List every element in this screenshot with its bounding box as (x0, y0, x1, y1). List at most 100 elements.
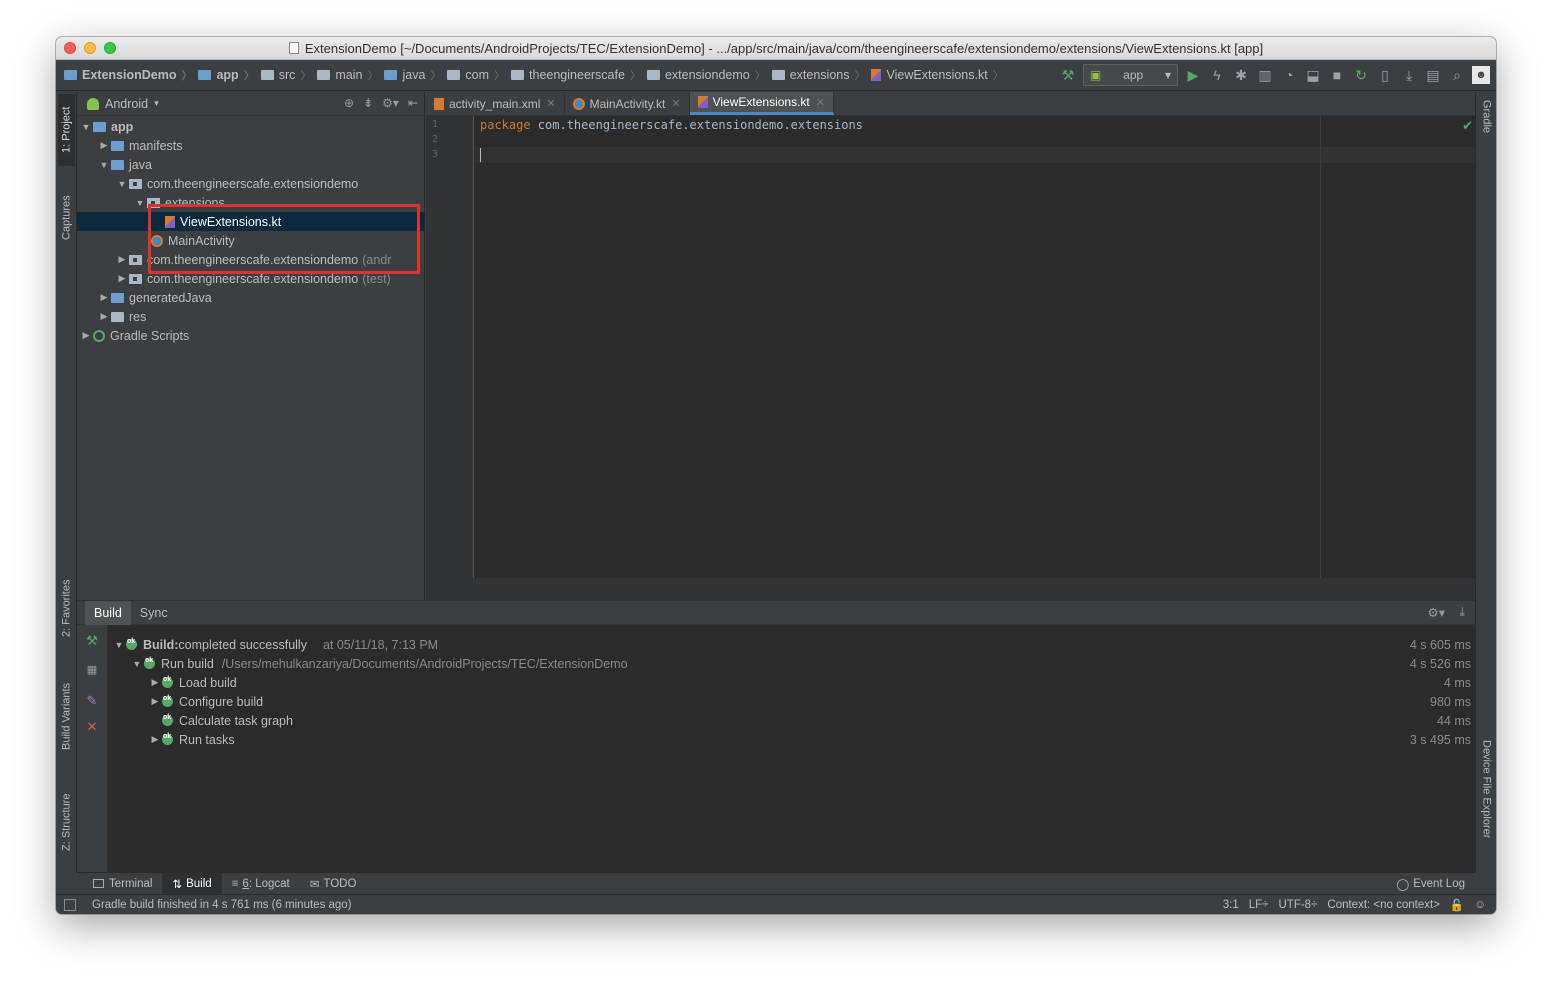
tree-item-java[interactable]: ▼ java (77, 155, 425, 174)
file-encoding[interactable]: UTF-8÷ (1278, 899, 1317, 911)
breadcrumb-theengineerscafe[interactable]: theengineerscafe 〉 (511, 67, 647, 83)
tree-item-package-androidtest[interactable]: ▶ com.theengineerscafe.extensiondemo (andr (77, 250, 425, 269)
collapse-all-icon[interactable]: ⇟ (363, 96, 373, 110)
todo-tab[interactable]: ✉ TODO (300, 873, 367, 895)
hide-panel-icon[interactable]: ⇤ (408, 96, 418, 110)
close-tab-icon[interactable]: ✕ (546, 97, 555, 110)
build-variants-tool-tab[interactable]: Build Variants (58, 670, 75, 762)
gradle-tool-tab[interactable]: Gradle (1478, 100, 1495, 160)
tree-item-mainactivity[interactable]: MainActivity (77, 231, 425, 250)
project-tool-tab[interactable]: 1: Project (58, 94, 75, 166)
collapse-arrow-icon[interactable]: ▶ (115, 273, 129, 284)
breadcrumb-com[interactable]: com 〉 (447, 67, 511, 83)
tree-item-manifests[interactable]: ▶ manifests (77, 136, 425, 155)
collapse-arrow-icon[interactable]: ▶ (97, 140, 111, 151)
breadcrumb-main[interactable]: main 〉 (317, 67, 384, 83)
breadcrumb-project[interactable]: ExtensionDemo 〉 (64, 67, 198, 83)
tree-item-extensions[interactable]: ▼ extensions (77, 193, 425, 212)
tab-activity-main-xml[interactable]: activity_main.xml ✕ (426, 92, 565, 115)
device-file-explorer-tool-tab[interactable]: Device File Explorer (1478, 740, 1495, 870)
toggle-view-icon[interactable]: ▦ (84, 663, 100, 679)
expand-arrow-icon[interactable]: ▼ (133, 198, 147, 208)
expand-arrow-icon[interactable]: ▼ (130, 659, 144, 669)
project-structure-icon[interactable]: ▤ (1424, 66, 1442, 84)
tree-item-package-main[interactable]: ▼ com.theengineerscafe.extensiondemo (77, 174, 425, 193)
avd-manager-icon[interactable]: ▯ (1376, 66, 1394, 84)
context-indicator[interactable]: Context: <no context> (1327, 899, 1440, 911)
logcat-tab[interactable]: ≡ 6: Logcat (222, 873, 300, 895)
expand-arrow-icon[interactable]: ▼ (79, 122, 93, 132)
gear-icon[interactable]: ⚙▾ (382, 96, 399, 110)
gear-icon[interactable]: ⚙▾ (1428, 605, 1445, 620)
tab-viewextensions-kt[interactable]: ViewExtensions.kt ✕ (689, 92, 834, 115)
breadcrumb-app[interactable]: app 〉 (198, 67, 260, 83)
expand-arrow-icon[interactable]: ▼ (97, 160, 111, 170)
collapse-arrow-icon[interactable]: ▶ (115, 254, 129, 265)
project-view-select[interactable]: Android (105, 97, 148, 111)
hide-panel-icon[interactable]: ⤓ (1459, 605, 1465, 620)
collapse-arrow-icon[interactable]: ▶ (97, 292, 111, 303)
tree-item-gradle-scripts[interactable]: ▶ Gradle Scripts (77, 326, 425, 345)
captures-tool-tab[interactable]: Captures (58, 182, 75, 254)
structure-tool-tab[interactable]: Z: Structure (58, 782, 75, 862)
tree-item-generatedjava[interactable]: ▶ generatedJava (77, 288, 425, 307)
collapse-arrow-icon[interactable]: ▶ (148, 677, 162, 688)
apply-changes-lightning-icon[interactable]: ϟ (1208, 66, 1226, 84)
tree-item-viewextensions-file[interactable]: ViewExtensions.kt (77, 212, 425, 231)
scroll-from-source-icon[interactable]: ⊕ (344, 96, 354, 110)
close-tab-icon[interactable]: ✕ (816, 96, 825, 109)
user-avatar-icon[interactable]: ☻ (1472, 66, 1490, 84)
make-project-hammer-icon[interactable]: ⚒ (1059, 66, 1077, 84)
run-configuration-select[interactable]: ▣ app ▾ (1083, 64, 1178, 86)
line-separator[interactable]: LF÷ (1249, 899, 1269, 911)
minimize-window-button[interactable] (84, 42, 96, 54)
breadcrumb-extensiondemo[interactable]: extensiondemo 〉 (646, 67, 772, 83)
build-row-run-tasks[interactable]: ▶Run tasks3 s 495 ms (108, 730, 1475, 749)
code-editor[interactable]: 1 2 3 package com.theengineerscafe.exten… (426, 116, 1475, 600)
profile-gauge-icon[interactable]: ◔ (1280, 66, 1298, 84)
maximize-window-button[interactable] (104, 42, 116, 54)
inspection-ok-check-icon[interactable]: ✔ (1462, 118, 1473, 134)
code-line-1[interactable]: package com.theengineerscafe.extensionde… (480, 118, 863, 132)
build-row-run-build[interactable]: ▼Run build/Users/mehulkanzariya/Document… (108, 654, 1475, 673)
pin-icon[interactable]: ✎ (84, 693, 100, 709)
tab-build[interactable]: Build (85, 600, 131, 625)
status-message[interactable]: Gradle build finished in 4 s 761 ms (6 m… (92, 899, 352, 911)
build-tab[interactable]: ⇅ Build (162, 872, 222, 895)
tab-mainactivity-kt[interactable]: MainActivity.kt ✕ (565, 92, 690, 115)
collapse-arrow-icon[interactable]: ▶ (79, 330, 93, 341)
tree-item-app[interactable]: ▼ app (77, 117, 425, 136)
chevron-down-icon[interactable]: ▾ (154, 98, 159, 109)
build-row-load-build[interactable]: ▶Load build4 ms (108, 673, 1475, 692)
favorites-tool-tab[interactable]: 2: Favorites (58, 568, 75, 648)
tree-item-res[interactable]: ▶ res (77, 307, 425, 326)
caret-position[interactable]: 3:1 (1223, 899, 1239, 911)
expand-arrow-icon[interactable]: ▼ (112, 640, 126, 650)
close-icon[interactable]: ✕ (84, 719, 100, 735)
build-row-summary[interactable]: ▼Build: completed successfullyat 05/11/1… (108, 635, 1475, 654)
build-row-calculate-task-graph[interactable]: Calculate task graph44 ms (108, 711, 1475, 730)
inspector-icon[interactable]: ☺ (1474, 899, 1486, 911)
coverage-icon[interactable]: ▥ (1256, 66, 1274, 84)
debug-bug-icon[interactable]: ✱ (1232, 66, 1250, 84)
tree-item-package-test[interactable]: ▶ com.theengineerscafe.extensiondemo (test… (77, 269, 425, 288)
collapse-arrow-icon[interactable]: ▶ (148, 696, 162, 707)
build-row-configure-build[interactable]: ▶Configure build980 ms (108, 692, 1475, 711)
breadcrumb-extensions[interactable]: extensions 〉 (771, 67, 872, 83)
collapse-arrow-icon[interactable]: ▶ (97, 311, 111, 322)
terminal-tab[interactable]: Terminal (83, 873, 162, 895)
sdk-manager-icon[interactable]: ⤓ (1400, 66, 1418, 84)
rebuild-hammer-icon[interactable]: ⚒ (84, 633, 100, 649)
search-icon[interactable]: ⌕ (1448, 66, 1466, 84)
stop-icon[interactable]: ■ (1328, 66, 1346, 84)
collapse-arrow-icon[interactable]: ▶ (148, 734, 162, 745)
sync-gradle-icon[interactable]: ↻ (1352, 66, 1370, 84)
breadcrumb-java[interactable]: java 〉 (384, 67, 447, 83)
breadcrumb-src[interactable]: src 〉 (260, 67, 318, 83)
event-log-tab[interactable]: ◯ Event Log (1396, 873, 1465, 895)
tab-sync[interactable]: Sync (131, 601, 177, 625)
lock-icon[interactable]: 🔓 (1450, 898, 1464, 912)
close-window-button[interactable] (64, 42, 76, 54)
toggle-tool-windows-icon[interactable] (64, 898, 76, 911)
attach-debugger-icon[interactable]: ⬓ (1304, 66, 1322, 84)
